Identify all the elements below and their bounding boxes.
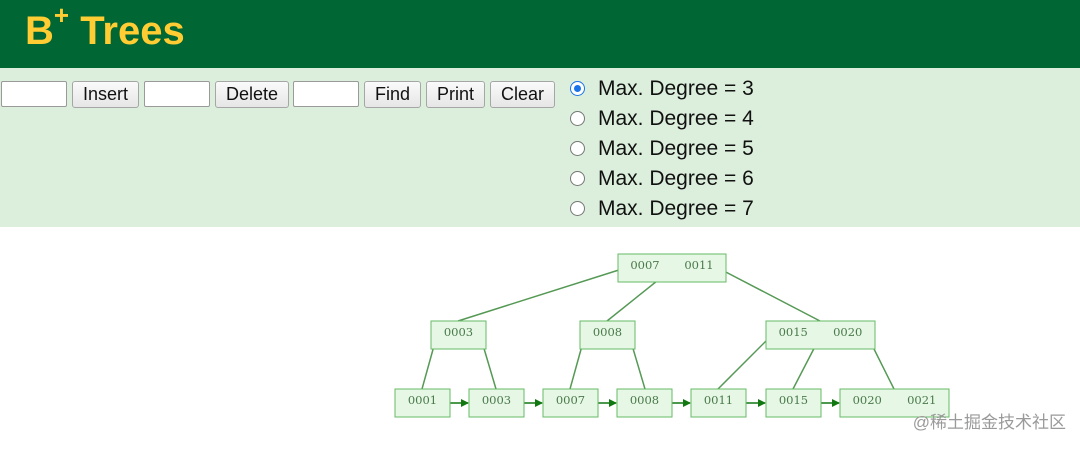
control-panel: Insert Delete Find Print Clear Max. Degr… [0, 68, 1080, 227]
degree-option-4[interactable]: Max. Degree = 4 [569, 106, 829, 136]
internal-node: 0003 [430, 320, 487, 350]
node-key: 0021 [907, 393, 936, 407]
radio-button[interactable] [570, 201, 585, 216]
node-key: 0011 [704, 393, 733, 407]
internal-node: 0008 [579, 320, 636, 350]
radio-button[interactable] [570, 81, 585, 96]
print-button[interactable]: Print [426, 81, 485, 108]
node-key: 0008 [593, 325, 622, 339]
leaf-node: 0007 [542, 388, 599, 418]
tree-edge [719, 268, 821, 322]
root-node: 0007 0011 [617, 253, 727, 283]
node-key: 0020 [833, 325, 862, 339]
node-key: 0011 [684, 258, 713, 272]
title-plus: + [53, 0, 70, 30]
leaf-node: 0001 [394, 388, 451, 418]
node-key: 0015 [779, 325, 808, 339]
degree-option-5[interactable]: Max. Degree = 5 [569, 136, 829, 166]
radio-button[interactable] [570, 171, 585, 186]
internal-node: 0015 0020 [765, 320, 876, 350]
find-input[interactable] [293, 81, 359, 107]
leaf-node: 0011 [690, 388, 747, 418]
degree-option-label[interactable]: Max. Degree = 4 [598, 106, 754, 132]
degree-option-label[interactable]: Max. Degree = 3 [598, 76, 754, 102]
leaf-node: 0003 [468, 388, 525, 418]
degree-option-3[interactable]: Max. Degree = 3 [569, 76, 829, 106]
node-key: 0003 [482, 393, 511, 407]
degree-option-label[interactable]: Max. Degree = 7 [598, 196, 754, 222]
node-key: 0003 [444, 325, 473, 339]
delete-button[interactable]: Delete [215, 81, 289, 108]
node-key: 0007 [556, 393, 585, 407]
app-header: B+ Trees [0, 0, 1080, 68]
title-trees: Trees [69, 9, 185, 53]
leaf-node: 0015 [765, 388, 822, 418]
node-key: 0001 [408, 393, 437, 407]
insert-button[interactable]: Insert [72, 81, 139, 108]
degree-option-6[interactable]: Max. Degree = 6 [569, 166, 829, 196]
degree-option-7[interactable]: Max. Degree = 7 [569, 196, 829, 226]
insert-input[interactable] [1, 81, 67, 107]
watermark: @稀土掘金技术社区 [912, 413, 1066, 432]
leaf-node: 0008 [616, 388, 673, 418]
degree-option-label[interactable]: Max. Degree = 6 [598, 166, 754, 192]
node-key: 0007 [630, 258, 659, 272]
find-button[interactable]: Find [364, 81, 421, 108]
node-key: 0015 [779, 393, 808, 407]
clear-button[interactable]: Clear [490, 81, 555, 108]
tree-edge [717, 334, 773, 390]
radio-button[interactable] [570, 141, 585, 156]
page-title: B+ Trees [25, 2, 185, 56]
radio-button[interactable] [570, 111, 585, 126]
degree-option-label[interactable]: Max. Degree = 5 [598, 136, 754, 162]
node-key: 0020 [853, 393, 882, 407]
delete-input[interactable] [144, 81, 210, 107]
title-b: B [25, 9, 54, 53]
node-key: 0008 [630, 393, 659, 407]
tree-edge [457, 268, 623, 322]
